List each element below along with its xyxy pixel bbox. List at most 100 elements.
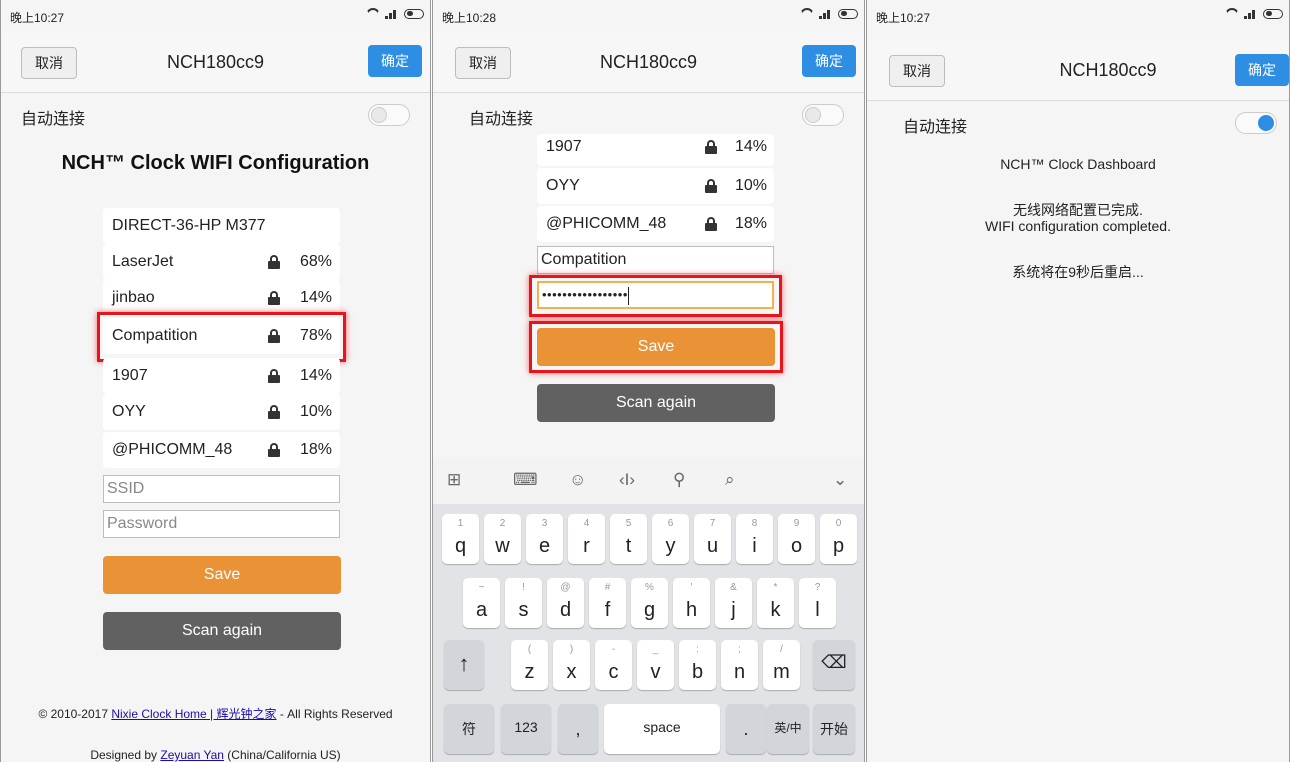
auto-connect-toggle[interactable] <box>802 104 844 126</box>
key-i[interactable]: 8i <box>736 514 773 564</box>
key-w[interactable]: 2w <box>484 514 521 564</box>
network-row[interactable]: OYY 10% <box>537 168 774 204</box>
signal-strength: 18% <box>300 441 333 458</box>
highlight-box <box>529 321 783 373</box>
auto-connect-label: 自动连接 <box>469 111 534 128</box>
signal-icon <box>385 8 399 19</box>
apps-grid-icon[interactable]: ⊞ <box>447 470 461 490</box>
key-n[interactable]: ; n <box>721 640 758 690</box>
key-c[interactable]: -c <box>595 640 632 690</box>
cursor-move-icon[interactable]: ‹I› <box>619 470 635 490</box>
highlight-box <box>529 275 782 317</box>
symbols-key[interactable]: 符 <box>444 704 494 754</box>
network-row[interactable]: OYY 10% <box>103 394 340 430</box>
lock-icon <box>268 291 280 305</box>
status-bar: 晚上10:28 <box>433 0 864 32</box>
network-row[interactable]: 1907 14% <box>103 358 340 394</box>
key-k[interactable]: * k <box>757 578 794 628</box>
shift-key[interactable]: ↑ <box>444 640 484 690</box>
config-complete-cn: 无线网络配置已完成. <box>1013 202 1143 218</box>
site-link[interactable]: Nixie Clock Home | 辉光钟之家 <box>111 707 276 721</box>
lock-icon <box>268 369 280 383</box>
network-row[interactable]: jinbao 14% <box>103 280 340 316</box>
key-p[interactable]: 0p <box>820 514 857 564</box>
network-ssid: 1907 <box>546 138 582 155</box>
numbers-key[interactable]: 123 <box>501 704 551 754</box>
footer-designer: Designed by Zeyuan Yan (China/California… <box>90 748 341 762</box>
network-row[interactable]: 1907 14% <box>537 134 774 166</box>
network-ssid: 1907 <box>112 367 148 384</box>
scan-again-button[interactable]: Scan again <box>103 612 341 650</box>
battery-icon <box>838 8 858 19</box>
key-o[interactable]: 9o <box>778 514 815 564</box>
status-time: 晚上10:27 <box>876 11 931 25</box>
status-time: 晚上10:27 <box>10 11 65 25</box>
network-ssid: jinbao <box>112 289 155 306</box>
key-v[interactable]: _ v <box>637 640 674 690</box>
key-q[interactable]: 1q <box>442 514 479 564</box>
clipboard-link-icon[interactable]: ⚲ <box>673 470 685 490</box>
search-icon[interactable]: ⌕ <box>725 470 735 490</box>
ok-button[interactable]: 确定 <box>1235 54 1289 86</box>
password-input[interactable]: Password <box>103 510 340 538</box>
space-key[interactable]: space <box>604 704 720 754</box>
status-time: 晚上10:28 <box>442 11 497 25</box>
key-b[interactable]: :b <box>679 640 716 690</box>
key-a[interactable]: ~ a <box>463 578 500 628</box>
signal-strength: 10% <box>735 177 768 194</box>
key-d[interactable]: @ d <box>547 578 584 628</box>
language-switch-key[interactable]: 英/中 <box>767 704 809 754</box>
signal-strength: 10% <box>300 403 333 420</box>
key-t[interactable]: 5t <box>610 514 647 564</box>
auto-connect-row: 自动连接 <box>1 92 430 138</box>
backspace-key[interactable]: ⌫ <box>813 640 855 690</box>
ssid-input[interactable]: Compatition <box>537 246 774 274</box>
key-g[interactable]: % g <box>631 578 668 628</box>
ok-button[interactable]: 确定 <box>802 45 856 77</box>
key-f[interactable]: # f <box>589 578 626 628</box>
key-u[interactable]: 7u <box>694 514 731 564</box>
period-key[interactable]: . <box>726 704 766 754</box>
key-h[interactable]: ' h <box>673 578 710 628</box>
start-key[interactable]: 开始 <box>813 704 855 754</box>
wifi-icon <box>800 8 814 19</box>
network-row[interactable]: @PHICOMM_48 18% <box>103 432 340 468</box>
lock-icon <box>705 140 717 154</box>
keyboard-layout-icon[interactable]: ⌨ <box>513 470 538 490</box>
key-s[interactable]: ! s <box>505 578 542 628</box>
network-row[interactable]: @PHICOMM_48 18% <box>537 206 774 242</box>
key-m[interactable]: / m <box>763 640 800 690</box>
comma-key[interactable]: , <box>558 704 598 754</box>
signal-strength: 14% <box>300 367 333 384</box>
auto-connect-toggle[interactable] <box>1235 112 1277 134</box>
network-ssid: LaserJet <box>112 253 174 270</box>
auto-connect-toggle[interactable] <box>368 104 410 126</box>
network-row[interactable]: LaserJet 68% <box>103 244 340 280</box>
chevron-down-icon[interactable]: ⌄ <box>833 470 847 490</box>
nav-bar: 取消 NCH180cc9 确定 <box>1 32 430 93</box>
key-z[interactable]: (z <box>511 640 548 690</box>
config-complete-en: WIFI configuration completed. <box>985 218 1171 234</box>
key-l[interactable]: ? l <box>799 578 836 628</box>
wifi-icon <box>366 8 380 19</box>
status-bar: 晚上10:27 <box>1 0 430 32</box>
designer-link[interactable]: Zeyuan Yan <box>160 748 224 762</box>
save-button[interactable]: Save <box>103 556 341 594</box>
soft-keyboard: ↑ ⌫ 符 123 , space . 英/中 1q2w3e4r5t6y7u8i… <box>433 504 864 762</box>
wifi-config-screen: 晚上10:27 取消 NCH180cc9 确定 自动连接 NCH™ Clock … <box>0 0 431 762</box>
key-y[interactable]: 6y <box>652 514 689 564</box>
signal-strength: 14% <box>300 289 333 306</box>
wifi-config-entry-screen: 晚上10:28 取消 NCH180cc9 确定 自动连接 1907 14% OY… <box>432 0 865 762</box>
scan-again-button[interactable]: Scan again <box>537 384 775 422</box>
key-e[interactable]: 3e <box>526 514 563 564</box>
ok-button[interactable]: 确定 <box>368 45 422 77</box>
wifi-icon <box>1225 8 1239 19</box>
lock-icon <box>268 255 280 269</box>
network-row[interactable]: DIRECT-36-HP M377 <box>103 208 340 244</box>
emoji-icon[interactable]: ☺ <box>569 470 586 490</box>
ssid-input[interactable]: SSID <box>103 475 340 503</box>
key-x[interactable]: ) x <box>553 640 590 690</box>
page-title: NCH180cc9 <box>599 52 698 72</box>
key-j[interactable]: & j <box>715 578 752 628</box>
key-r[interactable]: 4r <box>568 514 605 564</box>
